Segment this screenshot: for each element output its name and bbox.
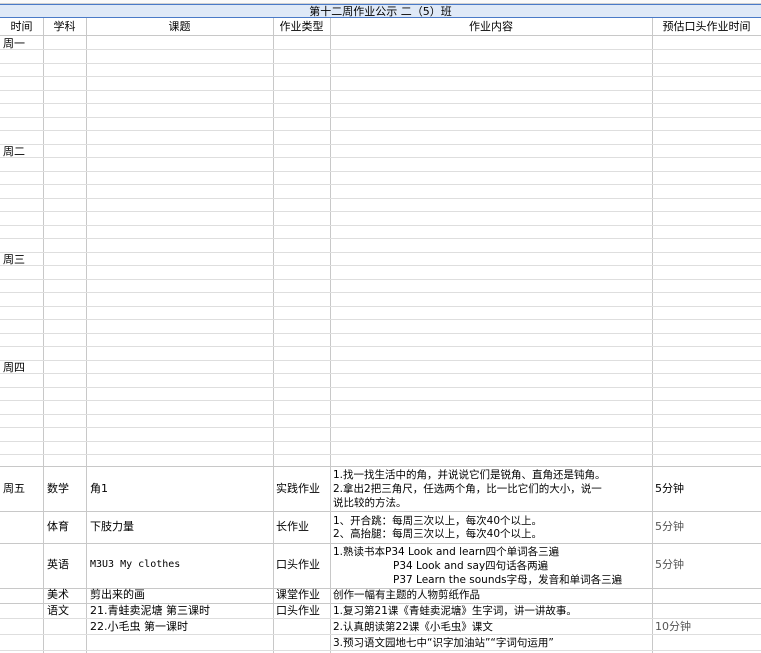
- grid-row-line: [0, 650, 761, 651]
- grid-row-line: [0, 618, 761, 619]
- chinese-duration[interactable]: 10分钟: [655, 620, 691, 634]
- art-content-line[interactable]: 创作一幅有主题的人物剪纸作品: [333, 588, 480, 602]
- math-type[interactable]: 实践作业: [276, 482, 320, 496]
- grid-row-line: [0, 360, 761, 361]
- grid-line: [43, 18, 44, 653]
- english-topic[interactable]: M3U3 My clothes: [90, 558, 180, 572]
- pe-subject[interactable]: 体育: [47, 520, 69, 534]
- grid-row-line: [0, 306, 761, 307]
- grid-row-line: [0, 63, 761, 64]
- chinese-topic[interactable]: 21.青蛙卖泥塘 第三课时: [90, 604, 210, 618]
- grid-line: [86, 18, 87, 653]
- grid-row-line: [0, 238, 761, 239]
- day-wednesday[interactable]: 周三: [3, 253, 25, 267]
- spreadsheet: 第十二周作业公示 二（5）班 时间 学科 课题 作业类型 作业内容 预估口头作业…: [0, 0, 761, 653]
- art-topic[interactable]: 剪出来的画: [90, 588, 145, 602]
- header-time[interactable]: 时间: [0, 20, 43, 34]
- grid-row-line: [0, 400, 761, 401]
- pe-content-line[interactable]: 2、高抬腿：每周三次以上，每次40个以上。: [333, 527, 542, 541]
- english-content-line[interactable]: 1.熟读书本P34 Look and learn四个单词各三遍: [333, 545, 559, 559]
- grid-row-line: [0, 211, 761, 212]
- grid-row-line: [0, 117, 761, 118]
- grid-row-line: [0, 414, 761, 415]
- grid-line: [330, 18, 331, 653]
- day-thursday[interactable]: 周四: [3, 361, 25, 375]
- english-content-line[interactable]: P37 Learn the sounds字母，发音和单词各三遍: [393, 573, 622, 587]
- grid-row-line: [0, 319, 761, 320]
- sheet-title[interactable]: 第十二周作业公示 二（5）班: [0, 4, 761, 18]
- grid-row-line: [0, 441, 761, 442]
- math-content-line[interactable]: 1.找一找生活中的角，并说说它们是锐角、直角还是钝角。: [333, 468, 606, 482]
- grid-row-line: [0, 103, 761, 104]
- header-topic[interactable]: 课题: [86, 20, 273, 34]
- math-topic[interactable]: 角1: [90, 482, 108, 496]
- grid-row-line: [0, 144, 761, 145]
- grid-row-line: [0, 35, 761, 36]
- art-subject[interactable]: 美术: [47, 588, 69, 602]
- english-type[interactable]: 口头作业: [276, 558, 320, 572]
- day-monday[interactable]: 周一: [3, 37, 25, 51]
- grid-row-line: [0, 543, 761, 544]
- grid-row-line: [0, 346, 761, 347]
- grid-row-line: [0, 157, 761, 158]
- grid-row-line: [0, 49, 761, 50]
- math-subject[interactable]: 数学: [47, 482, 69, 496]
- grid-row-line: [0, 634, 761, 635]
- chinese-type[interactable]: 口头作业: [276, 604, 320, 618]
- grid-row-line: [0, 252, 761, 253]
- math-content-line[interactable]: 2.拿出2把三角尺，任选两个角，比一比它们的大小，说一: [333, 482, 602, 496]
- pe-content-line[interactable]: 1、开合跳：每周三次以上，每次40个以上。: [333, 514, 542, 528]
- chinese-content-line[interactable]: 3.预习语文园地七中“识字加油站”“字词句运用”: [333, 636, 554, 650]
- header-type[interactable]: 作业类型: [273, 20, 330, 34]
- math-duration[interactable]: 5分钟: [655, 482, 684, 496]
- grid-row-line: [0, 184, 761, 185]
- chinese-subject[interactable]: 语文: [47, 604, 69, 618]
- grid-row-line: [0, 76, 761, 77]
- english-duration[interactable]: 5分钟: [655, 558, 684, 572]
- grid-row-line: [0, 90, 761, 91]
- chinese-content-line[interactable]: 1.复习第21课《青蛙卖泥塘》生字词，讲一讲故事。: [333, 604, 577, 618]
- grid-row-line: [0, 265, 761, 266]
- art-type[interactable]: 课堂作业: [276, 588, 320, 602]
- pe-topic[interactable]: 下肢力量: [90, 520, 134, 534]
- grid-row-line: [0, 373, 761, 374]
- day-tuesday[interactable]: 周二: [3, 145, 25, 159]
- grid-row-line: [0, 292, 761, 293]
- grid-row-line: [0, 333, 761, 334]
- grid-row-line: [0, 427, 761, 428]
- pe-duration[interactable]: 5分钟: [655, 520, 684, 534]
- header-subject[interactable]: 学科: [43, 20, 86, 34]
- grid-row-line: [0, 279, 761, 280]
- math-content-line[interactable]: 说比较的方法。: [333, 496, 407, 510]
- grid-line: [652, 18, 653, 653]
- grid-line: [273, 18, 274, 653]
- grid-row-line: [0, 198, 761, 199]
- english-content-line[interactable]: P34 Look and say四句话各两遍: [393, 559, 548, 573]
- grid-row-line: [0, 454, 761, 455]
- grid-row-line: [0, 130, 761, 131]
- header-duration[interactable]: 预估口头作业时间: [652, 20, 761, 34]
- english-subject[interactable]: 英语: [47, 558, 69, 572]
- pe-type[interactable]: 长作业: [276, 520, 309, 534]
- header-content[interactable]: 作业内容: [330, 20, 652, 34]
- grid-row-line: [0, 511, 761, 512]
- day-friday[interactable]: 周五: [3, 482, 25, 496]
- chinese-content-line[interactable]: 2.认真朗读第22课《小毛虫》课文: [333, 620, 493, 634]
- grid-row-line: [0, 466, 761, 467]
- chinese-topic-2[interactable]: 22.小毛虫 第一课时: [90, 620, 188, 634]
- grid-row-line: [0, 225, 761, 226]
- grid-row-line: [0, 387, 761, 388]
- grid-row-line: [0, 171, 761, 172]
